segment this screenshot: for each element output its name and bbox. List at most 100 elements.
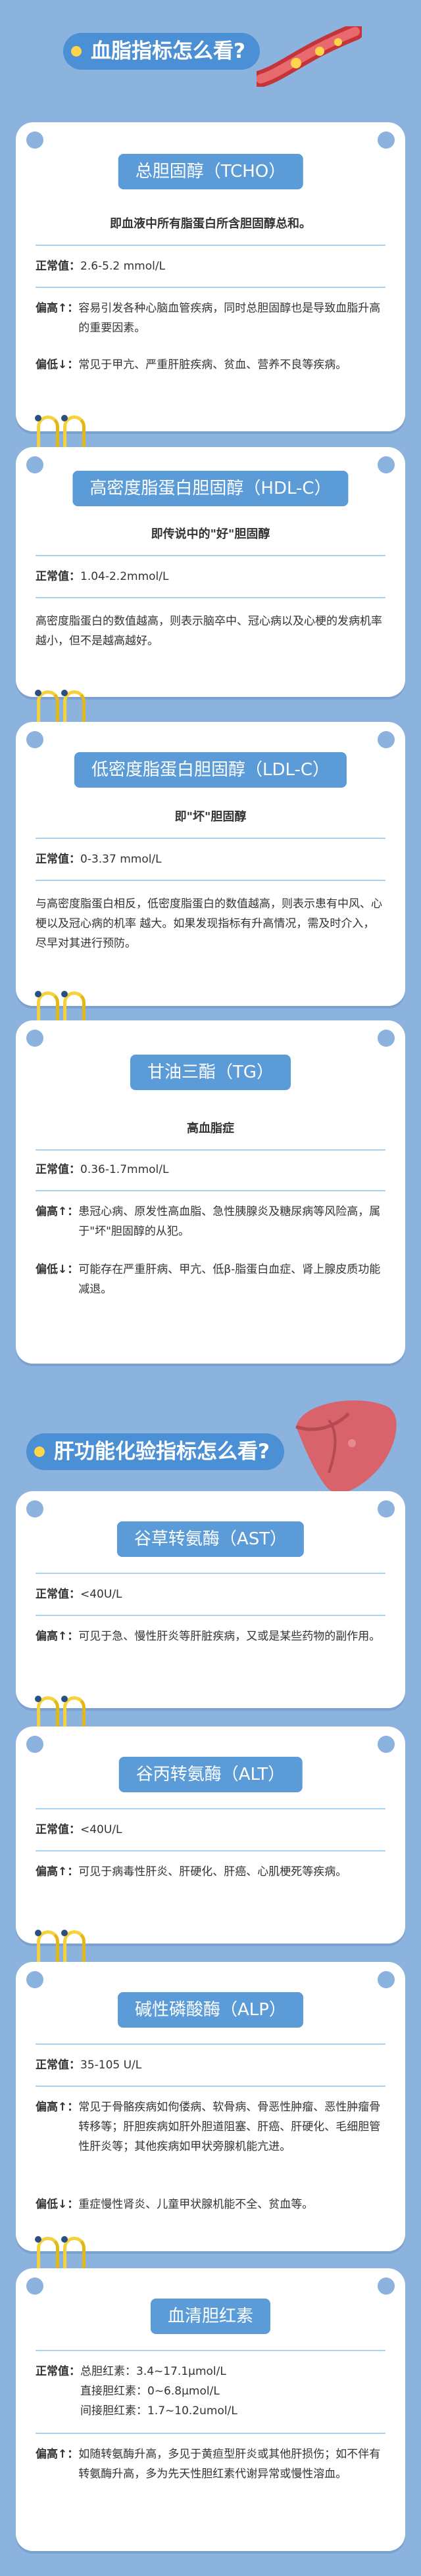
normal-value: <40U/L bbox=[80, 1823, 122, 1836]
divider bbox=[36, 1850, 385, 1851]
card-title: 低密度脂蛋白胆固醇（LDL-C） bbox=[74, 752, 347, 788]
binder-hole bbox=[378, 2278, 395, 2295]
high-row: 偏高↑： 可见于急、慢性肝炎等肝脏疾病，又或是某些药物的副作用。 bbox=[36, 1627, 385, 1646]
high-label: 偏高↑： bbox=[36, 1205, 79, 1218]
card-subtitle: 即血液中所有脂蛋白所含胆固醇总和。 bbox=[110, 217, 311, 231]
normal-value: 1.04-2.2mmol/L bbox=[80, 570, 169, 583]
card-ldl: 低密度脂蛋白胆固醇（LDL-C） 即"坏"胆固醇 正常值：0-3.37 mmol… bbox=[16, 722, 405, 1006]
divider bbox=[36, 1615, 385, 1616]
card-title: 甘油三酯（TG） bbox=[130, 1055, 291, 1090]
normal-value: <40U/L bbox=[80, 1588, 122, 1601]
normal-row: 正常值：<40U/L bbox=[36, 1585, 385, 1604]
normal-lines: 总胆红素：3.4~17.1μmol/L 直接胆红素：0~6.8μmol/L 间接… bbox=[80, 2362, 385, 2421]
divider bbox=[36, 1573, 385, 1574]
normal-label: 正常值： bbox=[36, 570, 80, 583]
card-subtitle: 即"坏"胆固醇 bbox=[174, 810, 247, 824]
binder-hole bbox=[378, 1736, 395, 1753]
divider bbox=[36, 245, 385, 246]
divider bbox=[36, 597, 385, 598]
normal-value: 0.36-1.7mmol/L bbox=[80, 1163, 169, 1176]
divider bbox=[36, 555, 385, 556]
binder-hole bbox=[26, 731, 43, 748]
high-text: 容易引发各种心脑血管疾病，同时总胆固醇也是导致血脂升高的重要因素。 bbox=[78, 302, 381, 335]
low-label: 偏低↓： bbox=[36, 358, 79, 371]
binder-hole bbox=[26, 1971, 43, 1988]
card-tcho: 总胆固醇（TCHO） 即血液中所有脂蛋白所含胆固醇总和。 正常值：2.6-5.2… bbox=[16, 122, 405, 431]
high-text: 可见于病毒性肝炎、肝硬化、肝癌、心肌梗死等疾病。 bbox=[78, 1865, 347, 1878]
divider bbox=[36, 1149, 385, 1151]
high-row: 偏高↑： 如随转氨酶升高，多见于黄疸型肝炎或其他肝损伤；如不伴有转氨酶升高，多为先… bbox=[36, 2445, 385, 2484]
low-row: 偏低↓： 重症慢性肾炎、儿童甲状腺机能不全、贫血等。 bbox=[36, 2195, 385, 2214]
high-label: 偏高↑： bbox=[36, 302, 79, 315]
divider bbox=[36, 2086, 385, 2087]
indirect-bilirubin: 间接胆红素：1.7~10.2umol/L bbox=[80, 2404, 237, 2418]
divider bbox=[36, 2043, 385, 2045]
low-label: 偏低↓： bbox=[36, 2198, 79, 2211]
card-title: 血清胆红素 bbox=[150, 2299, 271, 2334]
card-hdl: 高密度脂蛋白胆固醇（HDL-C） 即传说中的"好"胆固醇 正常值：1.04-2.… bbox=[16, 447, 405, 697]
section-title: 血脂指标怎么看? bbox=[63, 33, 260, 70]
divider bbox=[36, 880, 385, 881]
liver-icon bbox=[295, 1400, 397, 1493]
low-row: 偏低↓： 可能存在严重肝病、甲亢、低β-脂蛋白血症、肾上腺皮质功能减退。 bbox=[36, 1260, 385, 1299]
binder-hole bbox=[378, 456, 395, 473]
low-text: 常见于甲亢、严重肝脏疾病、贫血、营养不良等疾病。 bbox=[78, 358, 347, 371]
page: 血脂指标怎么看? 总胆固醇（TCHO） 即血液中所有脂蛋白所含胆固醇总和。 正常… bbox=[0, 0, 421, 2576]
high-row: 偏高↑： 患冠心病、原发性高血脂、急性胰腺炎及糖尿病等风险高，属于"坏"胆固醇的从… bbox=[36, 1202, 385, 1241]
high-label: 偏高↑： bbox=[36, 2101, 79, 2114]
card-subtitle: 高血脂症 bbox=[187, 1122, 234, 1135]
normal-row: 正常值：0.36-1.7mmol/L bbox=[36, 1160, 385, 1180]
normal-row: 正常值：0-3.37 mmol/L bbox=[36, 849, 385, 869]
card-tg: 甘油三酯（TG） 高血脂症 正常值：0.36-1.7mmol/L 偏高↑： 患冠心… bbox=[16, 1020, 405, 1364]
normal-row: 正常值：35-105 U/L bbox=[36, 2055, 385, 2075]
divider bbox=[36, 838, 385, 839]
card-bilirubin: 血清胆红素 正常值： 总胆红素：3.4~17.1μmol/L 直接胆红素：0~6… bbox=[16, 2268, 405, 2551]
card-title: 总胆固醇（TCHO） bbox=[118, 154, 303, 189]
normal-label: 正常值： bbox=[36, 1163, 80, 1176]
binder-hole bbox=[378, 1500, 395, 1517]
high-label: 偏高↑： bbox=[36, 2448, 79, 2461]
binder-hole bbox=[378, 1971, 395, 1988]
binder-hole bbox=[26, 456, 43, 473]
direct-bilirubin: 直接胆红素：0~6.8μmol/L bbox=[80, 2385, 220, 2398]
card-title: 谷丙转氨酶（ALT） bbox=[118, 1757, 303, 1792]
normal-label: 正常值： bbox=[36, 260, 80, 273]
card-subtitle: 即传说中的"好"胆固醇 bbox=[151, 527, 270, 541]
normal-label: 正常值： bbox=[36, 1823, 80, 1836]
section-header-lipid: 血脂指标怎么看? bbox=[0, 26, 421, 87]
normal-value: 35-105 U/L bbox=[80, 2059, 142, 2072]
high-label: 偏高↑： bbox=[36, 1630, 79, 1643]
divider bbox=[36, 2350, 385, 2351]
high-text: 患冠心病、原发性高血脂、急性胰腺炎及糖尿病等风险高，属于"坏"胆固醇的从犯。 bbox=[78, 1205, 381, 1238]
normal-value: 2.6-5.2 mmol/L bbox=[80, 260, 166, 273]
card-title: 谷草转氨酶（AST） bbox=[116, 1521, 305, 1557]
high-row: 偏高↑： 常见于骨骼疾病如佝偻病、软骨病、骨恶性肿瘤、恶性肿瘤骨转移等；肝胆疾病如… bbox=[36, 2097, 385, 2157]
desc-row: 高密度脂蛋白的数值越高，则表示脑卒中、冠心病以及心梗的发病机率越小，但不是越高越… bbox=[36, 615, 382, 648]
normal-label: 正常值： bbox=[36, 853, 80, 866]
desc-row: 与高密度脂蛋白相反，低密度脂蛋白的数值越高，则表示患有中风、心梗以及冠心病的机率… bbox=[36, 897, 382, 950]
high-text: 常见于骨骼疾病如佝偻病、软骨病、骨恶性肿瘤、恶性肿瘤骨转移等；肝胆疾病如肝外胆道… bbox=[78, 2101, 381, 2153]
normal-value: 0-3.37 mmol/L bbox=[80, 853, 162, 866]
binder-hole bbox=[26, 1500, 43, 1517]
divider bbox=[36, 287, 385, 288]
card-title: 碱性磷酸酶（ALP） bbox=[118, 1992, 303, 2028]
low-row: 偏低↓： 常见于甲亢、严重肝脏疾病、贫血、营养不良等疾病。 bbox=[36, 355, 385, 375]
section-header-liver: 肝功能化验指标怎么看? bbox=[0, 1394, 421, 1506]
divider bbox=[36, 2433, 385, 2434]
normal-row: 正常值： 总胆红素：3.4~17.1μmol/L 直接胆红素：0~6.8μmol… bbox=[36, 2362, 385, 2421]
normal-row: 正常值：2.6-5.2 mmol/L bbox=[36, 256, 385, 276]
low-text: 重症慢性肾炎、儿童甲状腺机能不全、贫血等。 bbox=[78, 2198, 314, 2211]
blood-vessel-icon bbox=[257, 26, 362, 87]
low-label: 偏低↓： bbox=[36, 1263, 79, 1276]
normal-row: 正常值：<40U/L bbox=[36, 1820, 385, 1840]
binder-hole bbox=[26, 1030, 43, 1047]
high-label: 偏高↑： bbox=[36, 1865, 79, 1878]
high-text: 如随转氨酶升高，多见于黄疸型肝炎或其他肝损伤；如不伴有转氨酶升高，多为先天性胆红… bbox=[78, 2448, 381, 2481]
card-alp: 碱性磷酸酶（ALP） 正常值：35-105 U/L 偏高↑： 常见于骨骼疾病如佝偻… bbox=[16, 1962, 405, 2251]
binder-hole bbox=[378, 131, 395, 149]
total-bilirubin: 总胆红素：3.4~17.1μmol/L bbox=[80, 2365, 226, 2378]
binder-hole bbox=[26, 131, 43, 149]
low-text: 可能存在严重肝病、甲亢、低β-脂蛋白血症、肾上腺皮质功能减退。 bbox=[78, 1263, 381, 1296]
normal-row: 正常值：1.04-2.2mmol/L bbox=[36, 567, 385, 586]
binder-hole bbox=[378, 1030, 395, 1047]
